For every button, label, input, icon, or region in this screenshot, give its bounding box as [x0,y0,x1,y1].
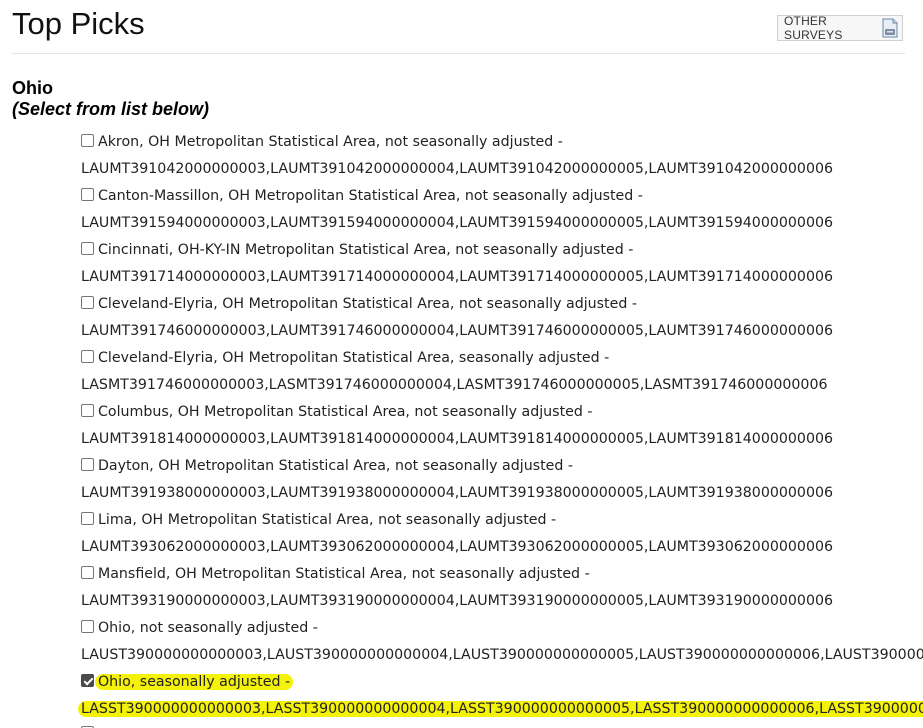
title-divider [12,53,905,54]
series-checkbox[interactable] [81,350,94,363]
series-item: Akron, OH Metropolitan Statistical Area,… [81,129,923,183]
series-item: Cincinnati, OH-KY-IN Metropolitan Statis… [81,237,923,291]
series-ids: LAUMT391714000000003,LAUMT39171400000000… [81,269,834,285]
series-ids: LASMT391746000000003,LASMT39174600000000… [81,377,828,393]
series-item: Columbus, OH Metropolitan Statistical Ar… [81,399,923,453]
other-surveys-label: OTHER SURVEYS [784,14,843,42]
series-label[interactable]: Cleveland-Elyria, OH Metropolitan Statis… [98,296,637,312]
series-item: Cleveland-Elyria, OH Metropolitan Statis… [81,291,923,345]
series-ids: LAUST390000000000003,LAUST39000000000000… [81,647,923,663]
series-checkbox[interactable] [81,458,94,471]
series-ids: LAUMT393190000000003,LAUMT39319000000000… [81,593,834,609]
series-ids: LAUMT391594000000003,LAUMT39159400000000… [81,215,834,231]
series-ids: LAUMT391814000000003,LAUMT39181400000000… [81,431,834,447]
series-label[interactable]: Dayton, OH Metropolitan Statistical Area… [98,458,573,474]
series-item: Canton-Massillon, OH Metropolitan Statis… [81,183,923,237]
state-heading: Ohio [12,78,53,98]
series-item: Mansfield, OH Metropolitan Statistical A… [81,561,923,615]
series-label[interactable]: Cleveland-Elyria, OH Metropolitan Statis… [98,350,609,366]
series-label[interactable]: Ohio, seasonally adjusted - [95,674,294,690]
series-checkbox[interactable] [81,242,94,255]
series-label[interactable]: Columbus, OH Metropolitan Statistical Ar… [98,404,593,420]
series-ids: LAUMT393062000000003,LAUMT39306200000000… [81,539,834,555]
series-label[interactable]: Ohio, not seasonally adjusted - [98,620,318,636]
series-item: Dayton, OH Metropolitan Statistical Area… [81,453,923,507]
series-checkbox[interactable] [81,296,94,309]
document-icon [881,18,899,38]
series-ids: LASST390000000000003,LASST39000000000000… [78,701,923,717]
series-label[interactable]: Akron, OH Metropolitan Statistical Area,… [98,134,563,150]
series-checkbox[interactable] [81,404,94,417]
state-instruction: (Select from list below) [12,99,210,119]
series-ids: LAUMT391938000000003,LAUMT39193800000000… [81,485,834,501]
series-list: Akron, OH Metropolitan Statistical Area,… [78,129,923,728]
series-item-partial [81,723,923,728]
series-checkbox[interactable] [81,566,94,579]
series-checkbox-checked[interactable] [81,674,94,687]
series-item: Lima, OH Metropolitan Statistical Area, … [81,507,923,561]
series-checkbox[interactable] [81,134,94,147]
series-checkbox[interactable] [81,512,94,525]
series-item-selected: Ohio, seasonally adjusted - LASST3900000… [78,669,923,723]
series-label[interactable]: Lima, OH Metropolitan Statistical Area, … [98,512,556,528]
series-checkbox[interactable] [81,188,94,201]
series-item: Cleveland-Elyria, OH Metropolitan Statis… [81,345,923,399]
series-label[interactable]: Cincinnati, OH-KY-IN Metropolitan Statis… [98,242,633,258]
page-title: Top Picks [12,6,145,41]
series-checkbox[interactable] [81,620,94,633]
other-surveys-button[interactable]: OTHER SURVEYS [777,14,903,42]
series-label[interactable]: Mansfield, OH Metropolitan Statistical A… [98,566,590,582]
series-ids: LAUMT391746000000003,LAUMT39174600000000… [81,323,834,339]
series-item: Ohio, not seasonally adjusted - LAUST390… [81,615,923,669]
series-ids: LAUMT391042000000003,LAUMT39104200000000… [81,161,834,177]
series-label[interactable]: Canton-Massillon, OH Metropolitan Statis… [98,188,643,204]
